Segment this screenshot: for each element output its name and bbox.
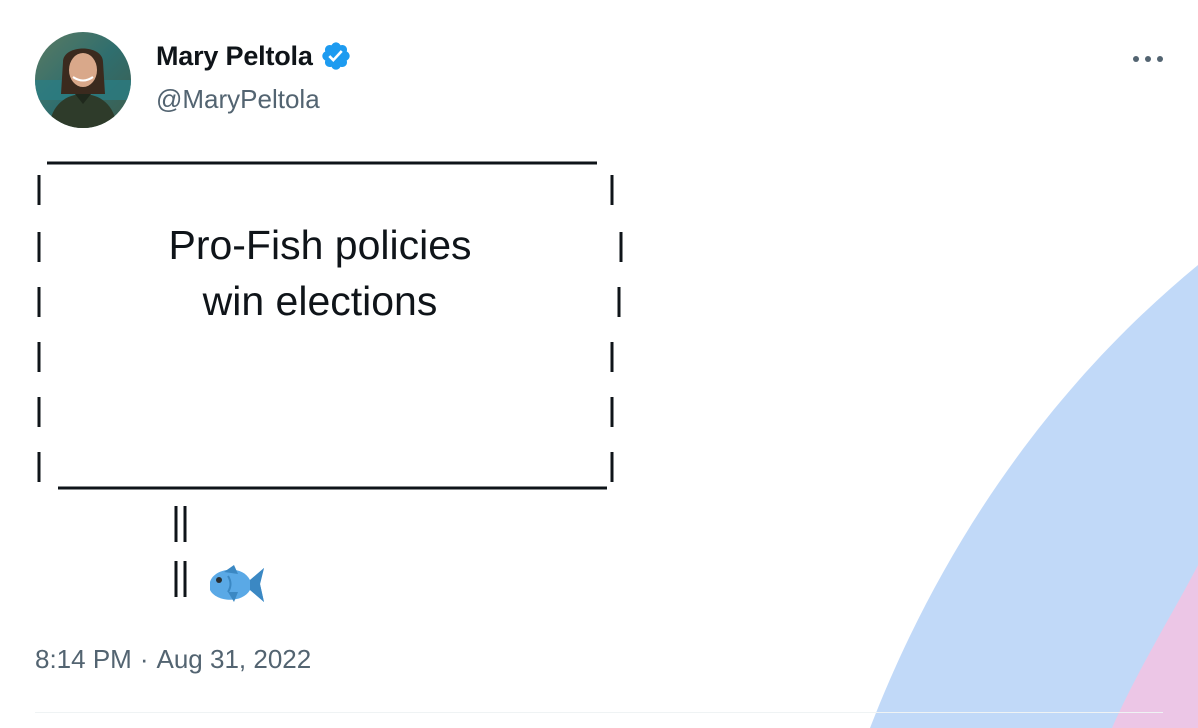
sign-text-line: Pro-Fish policies [168, 222, 472, 268]
tweet-time[interactable]: 8:14 PM [35, 644, 132, 675]
author-display-name[interactable]: Mary Peltola [156, 41, 313, 72]
tweet-screenshot: Mary Peltola @MaryPeltola Pro-Fish polic… [0, 0, 1198, 728]
tweet-text: Pro-Fish policies win elections [0, 150, 700, 620]
tweet-timestamp[interactable]: 8:14 PM · Aug 31, 2022 [35, 644, 311, 675]
author-handle[interactable]: @MaryPeltola [156, 84, 320, 115]
more-options-icon[interactable] [1128, 44, 1168, 74]
divider [35, 712, 1163, 713]
profile-photo [35, 32, 131, 128]
author-name-row[interactable]: Mary Peltola [156, 40, 352, 72]
background-arc-blue [870, 265, 1198, 728]
tweet-date[interactable]: Aug 31, 2022 [157, 644, 312, 675]
avatar[interactable] [35, 32, 131, 128]
verified-badge-icon [320, 40, 352, 72]
sign-text-line: win elections [202, 278, 438, 324]
background-arc-pink [1112, 565, 1198, 728]
timestamp-separator: · [139, 644, 149, 674]
fish-icon [210, 565, 264, 602]
ascii-sign [37, 161, 623, 597]
